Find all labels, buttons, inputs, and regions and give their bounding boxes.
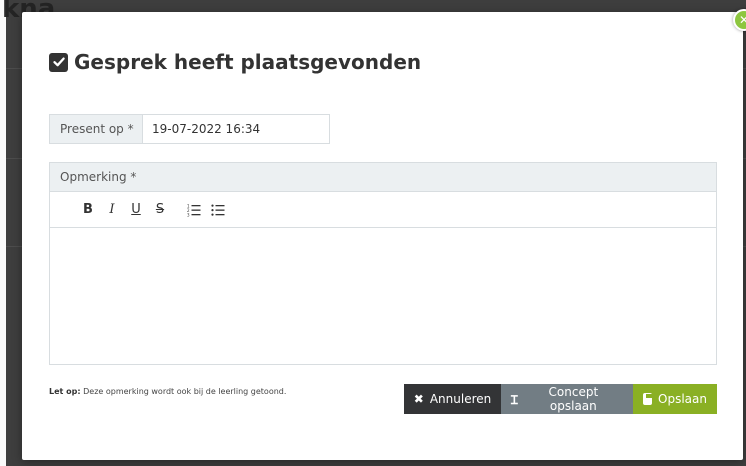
modal-actions: ✖ Annuleren Ɪ Concept opslaan Opslaan xyxy=(404,384,717,414)
floppy-disk-icon xyxy=(643,393,653,405)
date-input[interactable] xyxy=(142,114,330,144)
notice-text: Deze opmerking wordt ook bij de leerling… xyxy=(83,387,287,396)
save-button[interactable]: Opslaan xyxy=(633,384,717,414)
cancel-button-label: Annuleren xyxy=(429,392,492,406)
date-field-group: Present op * xyxy=(49,114,330,144)
modal-title: Gesprek heeft plaatsgevonden xyxy=(49,50,421,74)
times-icon: ✖ xyxy=(413,392,424,406)
strikethrough-button[interactable]: S xyxy=(150,199,170,221)
remark-label: Opmerking * xyxy=(50,163,716,192)
bullet-list-icon[interactable] xyxy=(208,199,228,221)
bold-button[interactable]: B xyxy=(78,199,98,221)
modal-dialog: Gesprek heeft plaatsgevonden Present op … xyxy=(22,12,743,460)
date-field-label: Present op * xyxy=(49,114,142,144)
remark-editor: Opmerking * B I U S 1 2 3 xyxy=(49,162,717,365)
italic-button[interactable]: I xyxy=(102,199,122,221)
underline-button[interactable]: U xyxy=(126,199,146,221)
checkbox-checked-icon xyxy=(49,52,68,72)
notice-prefix: Let op: xyxy=(49,387,81,396)
save-draft-button-label: Concept opslaan xyxy=(548,385,599,413)
remark-text-area[interactable] xyxy=(50,228,716,364)
cancel-button[interactable]: ✖ Annuleren xyxy=(404,384,501,414)
remark-notice: Let op: Deze opmerking wordt ook bij de … xyxy=(49,387,286,396)
svg-text:3: 3 xyxy=(187,212,190,217)
save-draft-button[interactable]: Ɪ Concept opslaan xyxy=(501,384,633,414)
editor-toolbar: B I U S 1 2 3 xyxy=(50,192,716,228)
text-cursor-icon: Ɪ xyxy=(511,392,518,407)
ordered-list-icon[interactable]: 1 2 3 xyxy=(184,199,204,221)
save-button-label: Opslaan xyxy=(658,392,707,406)
modal-title-text: Gesprek heeft plaatsgevonden xyxy=(74,50,422,74)
